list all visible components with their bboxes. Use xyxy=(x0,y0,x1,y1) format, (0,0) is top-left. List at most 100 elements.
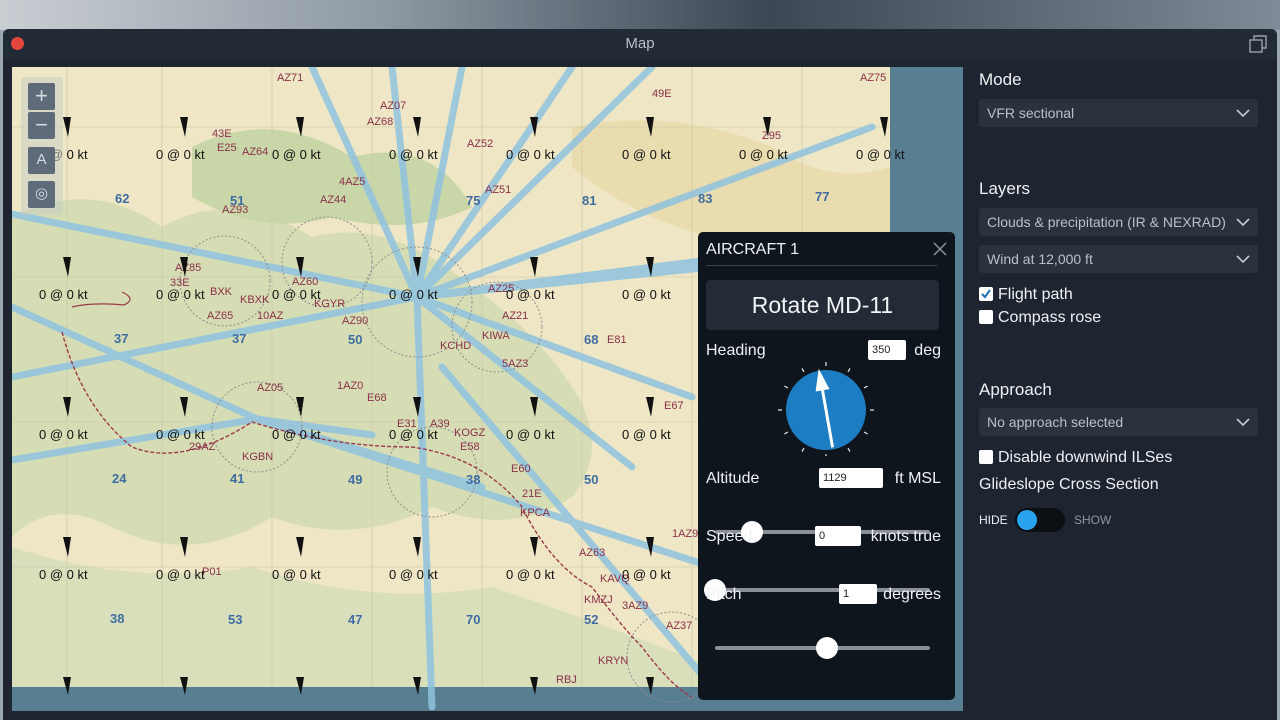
wind-speed-label: 0 @ 0 kt xyxy=(622,567,671,582)
layer-wind-value: Wind at 12,000 ft xyxy=(987,251,1093,267)
show-label: SHOW xyxy=(1074,513,1112,527)
grid-number: 75 xyxy=(466,193,480,208)
wind-speed-label: 0 @ 0 kt xyxy=(506,147,555,162)
approach-heading: Approach xyxy=(979,380,1052,399)
wind-speed-label: 0 @ 0 kt xyxy=(622,287,671,302)
airport-label: AZ64 xyxy=(242,146,268,158)
disable-ils-row[interactable]: Disable downwind ILSes xyxy=(979,448,1172,468)
grid-number: 77 xyxy=(815,189,829,204)
disable-ils-checkbox[interactable] xyxy=(979,450,993,464)
airport-label: E81 xyxy=(607,334,627,346)
approach-dropdown[interactable]: No approach selected xyxy=(979,408,1258,436)
grid-number: 81 xyxy=(582,193,596,208)
rotate-aircraft-button[interactable]: Rotate MD-11 xyxy=(706,280,939,330)
compass-tick xyxy=(784,385,789,389)
airport-label: E68 xyxy=(367,392,387,404)
compass-tick xyxy=(847,368,851,373)
wind-speed-label: 0 @ 0 kt xyxy=(39,567,88,582)
mode-dropdown[interactable]: VFR sectional xyxy=(979,99,1258,127)
disable-ils-label: Disable downwind ILSes xyxy=(998,449,1173,466)
wind-speed-label: 0 @ 0 kt xyxy=(156,567,205,582)
airport-label: AZ68 xyxy=(367,116,393,128)
wind-speed-label: 0 @ 0 kt xyxy=(622,147,671,162)
airport-label: 1AZ0 xyxy=(337,380,363,392)
grid-number: 37 xyxy=(232,331,246,346)
compass-rose-checkbox[interactable] xyxy=(979,310,993,324)
checkmark-icon xyxy=(981,289,991,299)
airport-label: KOGZ xyxy=(454,427,485,439)
toggle-knob xyxy=(1017,510,1037,530)
flight-path-checkbox[interactable] xyxy=(979,287,993,301)
wind-speed-label: 0 @ 0 kt xyxy=(389,147,438,162)
airport-label: KRYN xyxy=(598,655,628,667)
grid-number: 68 xyxy=(584,332,598,347)
speed-input[interactable]: 0 xyxy=(815,526,861,546)
wind-speed-label: 0 @ 0 kt xyxy=(389,427,438,442)
airport-label: AZ90 xyxy=(342,315,368,327)
chevron-down-icon xyxy=(1236,418,1250,427)
compass-tick xyxy=(847,447,851,452)
compass-tick xyxy=(863,385,868,389)
pitch-input[interactable]: 1 xyxy=(839,584,877,604)
altitude-input[interactable]: 1129 xyxy=(819,468,883,488)
compass-tick xyxy=(784,431,789,435)
airport-label: 5AZ3 xyxy=(502,358,528,370)
wind-speed-label: 0 @ 0 kt xyxy=(39,427,88,442)
wind-speed-label: 0 @ 0 kt xyxy=(156,287,205,302)
window-titlebar[interactable]: Map xyxy=(3,29,1277,59)
grid-number: 24 xyxy=(112,471,127,486)
popout-icon[interactable] xyxy=(1249,35,1267,53)
wind-speed-label: 0 @ 0 kt xyxy=(389,567,438,582)
airport-label: AZ85 xyxy=(175,262,201,274)
zoom-out-button[interactable]: − xyxy=(28,112,55,139)
heading-compass[interactable] xyxy=(776,360,876,456)
pitch-slider-thumb[interactable] xyxy=(815,637,838,659)
north-up-icon[interactable]: A xyxy=(28,147,55,174)
grid-number: 53 xyxy=(228,612,242,627)
layer-wind-dropdown[interactable]: Wind at 12,000 ft xyxy=(979,245,1258,273)
heading-input[interactable]: 350 xyxy=(868,340,906,360)
grid-number: 62 xyxy=(115,191,129,206)
airport-label: AZ63 xyxy=(579,547,605,559)
airport-label: AZ44 xyxy=(320,194,346,206)
pitch-slider[interactable] xyxy=(715,637,930,659)
grid-number: 52 xyxy=(584,612,598,627)
close-icon[interactable] xyxy=(933,242,947,256)
wind-speed-label: 0 @ 0 kt xyxy=(856,147,905,162)
compass-tick xyxy=(801,447,805,452)
chevron-down-icon xyxy=(1236,255,1250,264)
chevron-down-icon xyxy=(1236,218,1250,227)
airport-label: Z95 xyxy=(762,130,781,142)
airport-label: KGBN xyxy=(242,451,273,463)
flight-path-label: Flight path xyxy=(998,286,1073,303)
map-window: Map AZ71 AZ07 AZ68 AZ52 AZ51 AZ75 49E Z95 43E E25… xyxy=(3,29,1277,720)
wind-speed-label: 0 @ 0 kt xyxy=(156,427,205,442)
aircraft-panel: AIRCRAFT 1 Rotate MD-11 Heading 350 deg … xyxy=(698,232,955,700)
airport-label: KIWA xyxy=(482,330,510,342)
mode-dropdown-value: VFR sectional xyxy=(987,105,1075,121)
airport-label: E67 xyxy=(664,400,684,412)
window-title: Map xyxy=(625,35,655,52)
airport-label: AZ37 xyxy=(666,620,692,632)
airport-label: E25 xyxy=(217,142,237,154)
airport-label: RBJ xyxy=(556,674,577,686)
airport-label: 29AZ xyxy=(189,441,216,453)
grid-number: 50 xyxy=(584,472,598,487)
layer-clouds-dropdown[interactable]: Clouds & precipitation (IR & NEXRAD) xyxy=(979,208,1258,236)
compass-rose-label: Compass rose xyxy=(998,309,1102,326)
grid-number: 50 xyxy=(348,332,362,347)
wind-speed-label: 0 @ 0 kt xyxy=(272,427,321,442)
wind-speed-label: 0 @ 0 kt xyxy=(506,567,555,582)
locate-aircraft-icon[interactable]: ◎ xyxy=(28,181,55,208)
wind-speed-label: 0 @ 0 kt xyxy=(739,147,788,162)
mode-heading: Mode xyxy=(979,70,1022,89)
zoom-in-button[interactable]: + xyxy=(28,83,55,110)
airport-label: P01 xyxy=(202,566,222,578)
compass-rose-row[interactable]: Compass rose xyxy=(979,308,1101,328)
airport-label: AZ52 xyxy=(467,138,493,150)
chevron-down-icon xyxy=(1236,109,1250,118)
glideslope-toggle[interactable] xyxy=(1015,508,1065,532)
flight-path-row[interactable]: Flight path xyxy=(979,285,1073,305)
grid-number: 41 xyxy=(230,471,244,486)
wind-speed-label: 0 @ 0 kt xyxy=(272,567,321,582)
